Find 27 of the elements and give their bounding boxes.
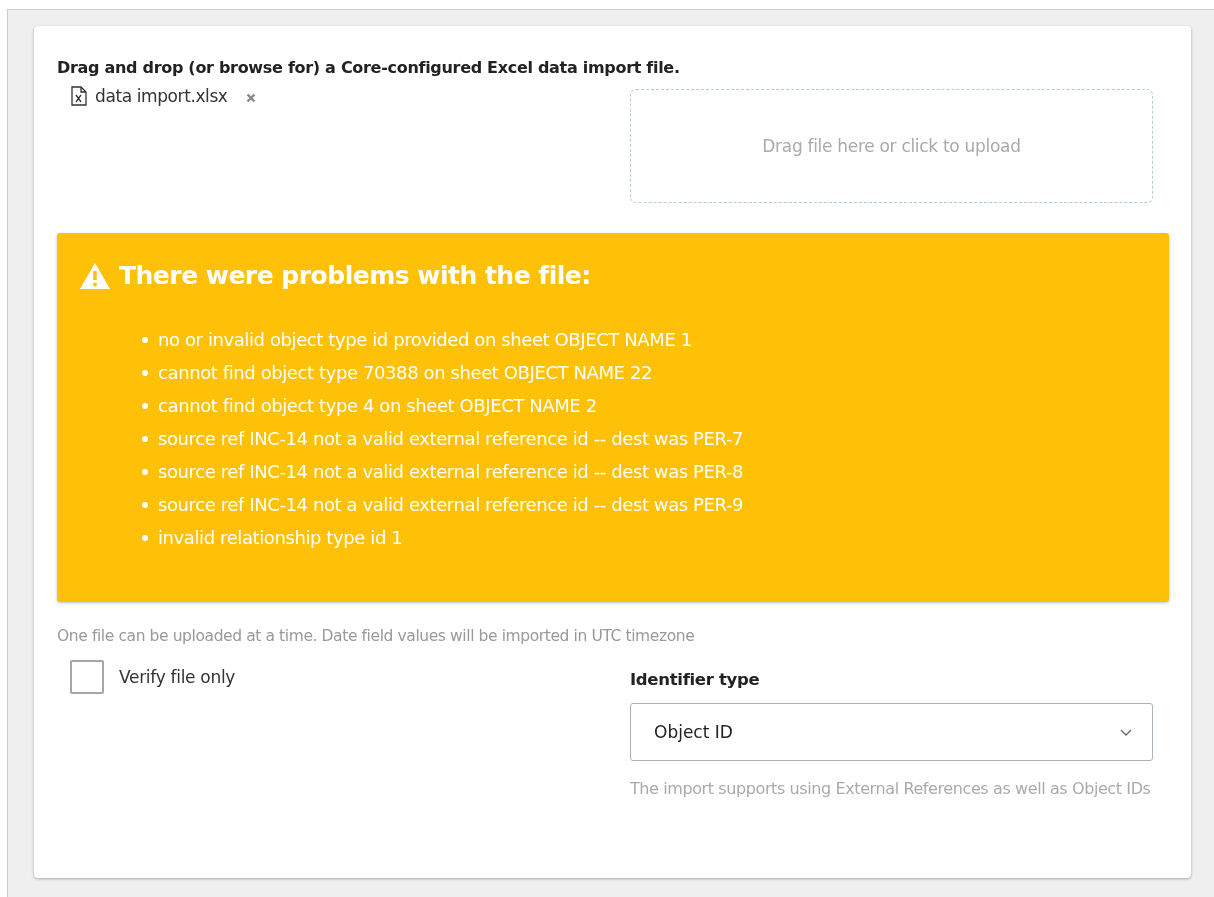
error-message: cannot find object type 70388 on sheet OBJECT NAME 22 [158,362,652,383]
bullet-icon [142,468,148,475]
instructions-text: Drag and drop (or browse for) a Core-configured Excel data import file. [57,58,681,77]
verify-checkbox[interactable]: Verify file only [70,660,236,694]
error-message: source ref INC-14 not a valid external reference id -- dest was PER-9 [158,494,744,515]
error-message: cannot find object type 4 on sheet OBJECT NAME 2 [158,395,597,416]
upload-note: One file can be uploaded at a time. Date field values will be imported in UTC timezone [57,627,696,645]
error-message: invalid relationship type id 1 [158,527,403,548]
chevron-down-icon [1120,728,1132,736]
bullet-icon [142,369,148,376]
bullet-icon [142,336,148,343]
error-message: source ref INC-14 not a valid external reference id -- dest was PER-7 [158,428,744,449]
excel-file-icon [71,86,87,106]
bullet-icon [142,501,148,508]
identifier-help: The import supports using External References as well as Object IDs [630,778,1152,800]
warning-icon [79,261,111,290]
bullet-icon [142,402,148,409]
alert-title: There were problems with the file: [119,261,591,290]
bullet-icon [142,435,148,442]
identifier-label: Identifier type [630,670,761,689]
checkbox[interactable] [70,660,104,694]
remove-icon[interactable] [245,93,256,103]
error-message: source ref INC-14 not a valid external reference id -- dest was PER-8 [158,461,744,482]
error-message: no or invalid object type id provided on sheet OBJECT NAME 1 [158,329,692,350]
identifier-select[interactable]: Object ID [630,703,1153,761]
bullet-icon [142,534,148,541]
file-name: data import.xlsx [95,86,228,106]
